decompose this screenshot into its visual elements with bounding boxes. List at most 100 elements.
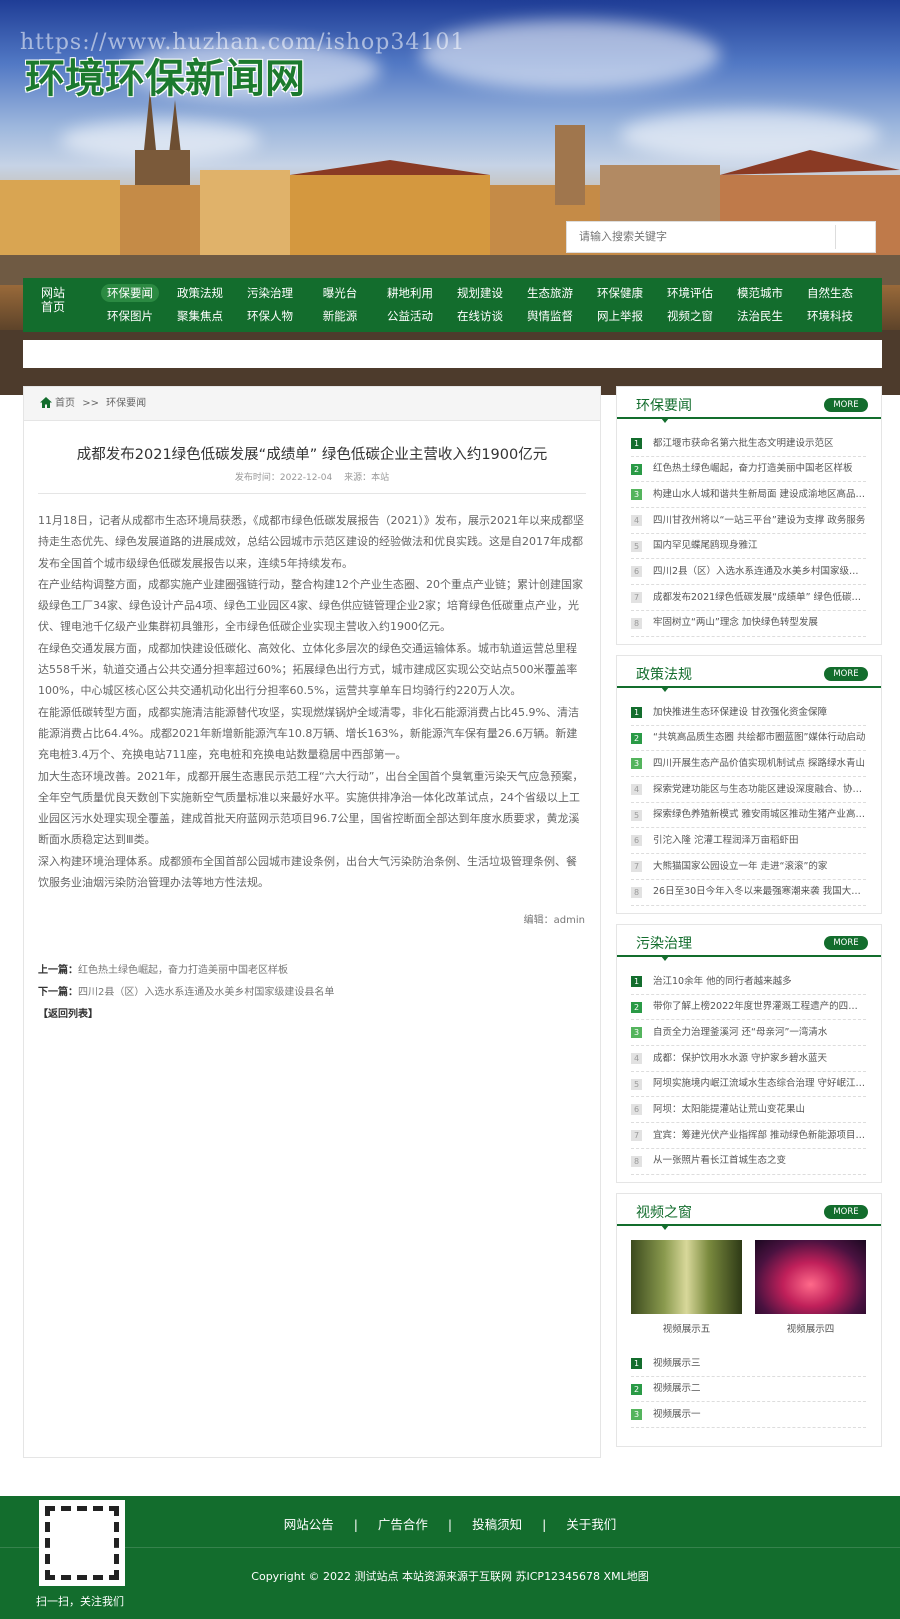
article-editor: 编辑：admin <box>523 915 585 927</box>
nav-item[interactable]: 在线访谈 <box>445 307 515 325</box>
video-card[interactable]: 视频展示四 <box>755 1240 866 1335</box>
nav-item[interactable]: 自然生态 <box>795 284 865 302</box>
list-item[interactable]: 2 视频展示二 <box>631 1377 866 1403</box>
prev-article-link[interactable]: 红色热土绿色崛起，奋力打造美丽中国老区样板 <box>78 965 288 976</box>
nav-item[interactable]: 法治民生 <box>725 307 795 325</box>
list-item[interactable]: 4 四川甘孜州将以“一站三平台”建设为支撑 政务服务 <box>631 508 866 534</box>
list-item[interactable]: 2 带你了解上榜2022年度世界灌溉工程遗产的四川项目 <box>631 995 866 1021</box>
list-item[interactable]: 5 阿坝实施境内岷江流域水生态综合治理 守好岷江上游 <box>631 1072 866 1098</box>
list-item[interactable]: 1 加快推进生态环保建设 甘孜强化资金保障 <box>631 700 866 726</box>
list-item[interactable]: 5探索绿色养殖新模式 雅安雨城区推动生猪产业高质量发展 <box>631 803 866 829</box>
list-item[interactable]: 2 “共筑高品质生态圈 共绘都市圈蓝图”媒体行动启动 <box>631 726 866 752</box>
nav-item[interactable]: 污染治理 <box>235 284 305 302</box>
article-pager: 上一篇：红色热土绿色崛起，奋力打造美丽中国老区样板 下一篇：四川2县（区）入选水… <box>24 960 600 1026</box>
footer-link[interactable]: 广告合作 <box>378 1517 428 1532</box>
list-item[interactable]: 3 自贡全力治理釜溪河 还“母亲河”一湾清水 <box>631 1020 866 1047</box>
search-button[interactable] <box>835 225 875 249</box>
footer-link[interactable]: 网站公告 <box>284 1517 334 1532</box>
sidebar-box-shipin-zhichuang: 视频之窗 MORE 视频展示五 视频展示四 1 视频展示三 2 视频展示二 3 视频展… <box>616 1193 882 1447</box>
article-paragraph: 在能源低碳转型方面，成都实施清洁能源替代攻坚，实现燃煤锅炉全域清零，非化石能源消… <box>38 705 579 762</box>
header-banner: https://www.huzhan.com/ishop34101 环境环保新闻… <box>0 0 900 395</box>
nav-item[interactable]: 环境评估 <box>655 284 725 302</box>
nav-item[interactable]: 模范城市 <box>725 284 795 302</box>
back-to-list-link[interactable]: 【返回列表】 <box>38 1009 98 1020</box>
footer-link[interactable]: 投稿须知 <box>472 1517 522 1532</box>
box-title[interactable]: 环保要闻 <box>636 395 692 415</box>
list-item[interactable]: 1 都江堰市获命名第六批生态文明建设示范区 <box>631 431 866 457</box>
box-title[interactable]: 污染治理 <box>636 933 692 953</box>
article-meta: 发布时间：2022-12-04 来源：本站 <box>234 473 390 483</box>
nav-item[interactable]: 规划建设 <box>445 284 515 302</box>
main-nav: 网站 首页 环保要闻 政策法规 污染治理 曝光台 耕地利用 规划建设 生态旅游 … <box>23 278 882 332</box>
list-item[interactable]: 8 牢固树立“两山”理念 加快绿色转型发展 <box>631 611 866 637</box>
list-item[interactable]: 1 治江10余年 他的同行者越来越多 <box>631 969 866 995</box>
box-title[interactable]: 政策法规 <box>636 664 692 684</box>
nav-item[interactable]: 环境科技 <box>795 307 865 325</box>
nav-item[interactable]: 生态旅游 <box>515 284 585 302</box>
news-list: 1 加快推进生态环保建设 甘孜强化资金保障 2 “共筑高品质生态圈 共绘都市圈蓝图”… <box>617 688 881 912</box>
video-thumbnail-forest[interactable] <box>631 1240 742 1314</box>
nav-item[interactable]: 政策法规 <box>165 284 235 302</box>
footer: 扫一扫，关注我们 网站公告 | 广告合作 | 投稿须知 | 关于我们 Copyr… <box>0 1496 900 1619</box>
list-item[interactable]: 6 阿坝：太阳能提灌站让荒山变花果山 <box>631 1097 866 1124</box>
video-thumbnail-tree-sunset[interactable] <box>755 1240 866 1314</box>
more-button[interactable]: MORE <box>824 1205 868 1219</box>
article-paragraph: 在产业结构调整方面，成都实施产业建圈强链行动，整合构建12个产业生态圈、20个重… <box>38 577 583 634</box>
video-card[interactable]: 视频展示五 <box>631 1240 742 1335</box>
list-item[interactable]: 2 红色热土绿色崛起，奋力打造美丽中国老区样板 <box>631 457 866 483</box>
nav-item[interactable]: 舆情监督 <box>515 307 585 325</box>
more-button[interactable]: MORE <box>824 667 868 681</box>
next-article-link[interactable]: 四川2县（区）入选水系连通及水美乡村国家级建设县名单 <box>78 987 334 998</box>
video-thumbs: 视频展示五 视频展示四 <box>617 1226 881 1335</box>
video-caption[interactable]: 视频展示五 <box>631 1321 742 1335</box>
list-item[interactable]: 4 成都：保护饮用水水源 守护家乡碧水蓝天 <box>631 1046 866 1072</box>
article-paragraph: 深入构建环境治理体系。成都颁布全国首部公园城市建设条例，出台大气污染防治条例、生… <box>38 854 577 890</box>
nav-item[interactable]: 环保健康 <box>585 284 655 302</box>
nav-item[interactable]: 新能源 <box>305 307 375 325</box>
nav-item[interactable]: 公益活动 <box>375 307 445 325</box>
sidebar-box-wuran-zhili: 污染治理 MORE 1 治江10余年 他的同行者越来越多 2 带你了解上榜2022年… <box>616 924 882 1183</box>
more-button[interactable]: MORE <box>824 936 868 950</box>
list-item[interactable]: 6四川2县（区）入选水系连通及水美乡村国家级建设县名单 <box>631 559 866 586</box>
article-panel: 首页 >> 环保要闻 成都发布2021绿色低碳发展“成绩单” 绿色低碳企业主营收… <box>23 386 601 1458</box>
search-box <box>566 221 876 253</box>
nav-item[interactable]: 环保图片 <box>95 307 165 325</box>
triangle-pointer-icon <box>661 956 669 961</box>
list-item[interactable]: 3 四川开展生态产品价值实现机制试点 探路绿水青山 <box>631 751 866 778</box>
footer-divider: | <box>542 1517 547 1532</box>
list-item[interactable]: 8 从一张照片看长江首城生态之变 <box>631 1149 866 1175</box>
site-title[interactable]: 环境环保新闻网 <box>25 46 305 104</box>
nav-item[interactable]: 环保人物 <box>235 307 305 325</box>
list-item[interactable]: 7 成都发布2021绿色低碳发展“成绩单” 绿色低碳企业 <box>631 585 866 611</box>
list-item[interactable]: 5 国内罕见蝶尾鸥现身雅江 <box>631 534 866 560</box>
list-item[interactable]: 3 视频展示一 <box>631 1402 866 1429</box>
video-caption[interactable]: 视频展示四 <box>755 1321 866 1335</box>
nav-item[interactable]: 耕地利用 <box>375 284 445 302</box>
breadcrumb-home[interactable]: 首页 <box>55 398 75 409</box>
list-item[interactable]: 7 大熊猫国家公园设立一年 走进“滚滚”的家 <box>631 854 866 880</box>
footer-link[interactable]: 关于我们 <box>566 1517 616 1532</box>
nav-item[interactable]: 聚集焦点 <box>165 307 235 325</box>
list-item[interactable]: 4 探索党建功能区与生态功能区建设深度融合、协同发展 <box>631 777 866 803</box>
footer-divider: | <box>353 1517 358 1532</box>
box-header: 视频之窗 MORE <box>617 1194 881 1230</box>
nav-item[interactable]: 网上举报 <box>585 307 655 325</box>
list-item[interactable]: 7 宜宾：筹建光伏产业指挥部 推动绿色新能源项目落地 <box>631 1123 866 1149</box>
nav-home-line1: 网站 <box>40 286 65 300</box>
breadcrumb-separator: >> <box>82 398 99 409</box>
nav-home-link[interactable]: 网站 首页 <box>33 286 73 314</box>
box-title[interactable]: 视频之窗 <box>636 1202 692 1222</box>
news-list: 1 都江堰市获命名第六批生态文明建设示范区 2 红色热土绿色崛起，奋力打造美丽中国老… <box>617 419 881 643</box>
footer-divider-line <box>0 1547 900 1548</box>
nav-item-huanbao-yaowen[interactable]: 环保要闻 <box>101 284 159 302</box>
nav-item[interactable]: 曝光台 <box>305 284 375 302</box>
list-item[interactable]: 8 26日至30日今年入冬以来最强寒潮来袭 我国大部地区 <box>631 880 866 906</box>
breadcrumb-current[interactable]: 环保要闻 <box>106 398 146 409</box>
nav-item[interactable]: 视频之窗 <box>655 307 725 325</box>
list-item[interactable]: 6 引沱入隆 沱灌工程润泽万亩稻虾田 <box>631 828 866 855</box>
list-item[interactable]: 1 视频展示三 <box>631 1351 866 1377</box>
qr-caption: 扫一扫，关注我们 <box>36 1595 124 1608</box>
more-button[interactable]: MORE <box>824 398 868 412</box>
search-input[interactable] <box>567 222 827 252</box>
list-item[interactable]: 3构建山水人城和谐共生新局面 建设成渝地区高品质生活宜居地 <box>631 482 866 509</box>
